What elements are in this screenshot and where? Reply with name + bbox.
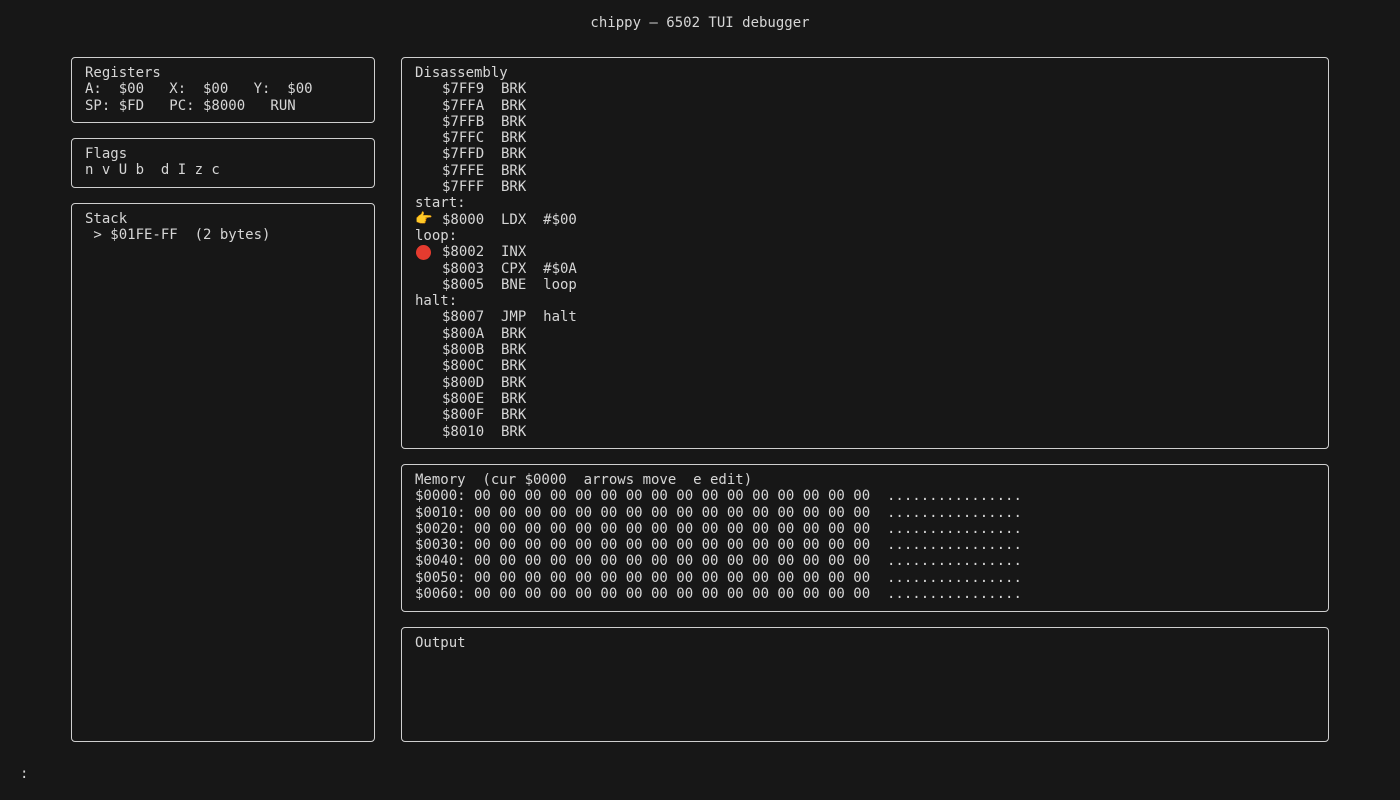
gutter xyxy=(415,130,442,146)
gutter xyxy=(415,424,442,440)
disassembly-row[interactable]: $8003 CPX #$0A xyxy=(415,261,1315,277)
app-title: chippy — 6502 TUI debugger xyxy=(590,15,810,31)
gutter xyxy=(415,81,442,97)
memory-panel[interactable]: Memory (cur $0000 arrows move e edit) $0… xyxy=(401,464,1329,612)
memory-row[interactable]: $0020: 00 00 00 00 00 00 00 00 00 00 00 … xyxy=(415,521,1315,537)
disassembly-row[interactable]: $8002 INX xyxy=(415,244,1315,261)
disassembly-row[interactable]: $7FF9 BRK xyxy=(415,81,1315,97)
disassembly-text: $7FFA BRK xyxy=(442,97,527,114)
gutter xyxy=(415,342,442,358)
gutter xyxy=(415,391,442,407)
disassembly-text: halt: xyxy=(415,293,458,310)
flags-title: Flags xyxy=(85,146,128,162)
disassembly-text: $8000 LDX #$00 xyxy=(442,211,577,228)
gutter xyxy=(415,114,442,130)
disassembly-text: $8010 BRK xyxy=(442,423,527,440)
gutter xyxy=(415,326,442,342)
gutter xyxy=(415,309,442,325)
disassembly-row[interactable]: $800F BRK xyxy=(415,407,1315,423)
gutter xyxy=(415,261,442,277)
gutter xyxy=(415,375,442,391)
disassembly-row[interactable]: $800D BRK xyxy=(415,375,1315,391)
disassembly-text: $800C BRK xyxy=(442,358,527,375)
disassembly-row[interactable]: $800B BRK xyxy=(415,342,1315,358)
disassembly-panel[interactable]: Disassembly $7FF9 BRK $7FFA BRK $7FFB BRK $… xyxy=(401,57,1329,449)
disassembly-row[interactable]: $7FFD BRK xyxy=(415,146,1315,162)
disassembly-row[interactable]: $7FFE BRK xyxy=(415,163,1315,179)
disassembly-text: $7FFC BRK xyxy=(442,130,527,147)
disassembly-text: $800A BRK xyxy=(442,325,527,342)
disassembly-row[interactable]: $8000 LDX #$00 xyxy=(415,211,1315,228)
registers-panel: Registers A: $00 X: $00 Y: $00 SP: $FD P… xyxy=(71,57,375,123)
disassembly-text: $8007 JMP halt xyxy=(442,309,577,326)
disassembly-text: $8002 INX xyxy=(442,244,527,261)
output-panel: Output xyxy=(401,627,1329,742)
gutter xyxy=(415,146,442,162)
disassembly-text: $7FFD BRK xyxy=(442,146,527,163)
flags-panel: Flags n v U b d I z c xyxy=(71,138,375,188)
gutter xyxy=(415,163,442,179)
disassembly-row[interactable]: $800E BRK xyxy=(415,391,1315,407)
gutter xyxy=(415,277,442,293)
disassembly-row[interactable]: $800A BRK xyxy=(415,326,1315,342)
disassembly-row[interactable]: $7FFF BRK xyxy=(415,179,1315,195)
disassembly-row[interactable]: $8007 JMP halt xyxy=(415,309,1315,325)
disassembly-text: start: xyxy=(415,195,466,212)
memory-row[interactable]: $0060: 00 00 00 00 00 00 00 00 00 00 00 … xyxy=(415,586,1315,602)
disassembly-text: $7FFB BRK xyxy=(442,113,527,130)
memory-row[interactable]: $0040: 00 00 00 00 00 00 00 00 00 00 00 … xyxy=(415,553,1315,569)
disassembly-text: $800F BRK xyxy=(442,407,527,424)
memory-row[interactable]: $0050: 00 00 00 00 00 00 00 00 00 00 00 … xyxy=(415,570,1315,586)
memory-row[interactable]: $0010: 00 00 00 00 00 00 00 00 00 00 00 … xyxy=(415,505,1315,521)
disassembly-text: loop: xyxy=(415,227,458,244)
registers-line-sp-pc: SP: $FD PC: $8000 RUN xyxy=(85,97,296,114)
disassembly-text: $8003 CPX #$0A xyxy=(442,260,577,277)
disassembly-label[interactable]: start: xyxy=(415,195,1315,211)
stack-entry: > $01FE-FF (2 bytes) xyxy=(85,227,271,244)
disassembly-text: $800E BRK xyxy=(442,390,527,407)
registers-title: Registers xyxy=(85,65,161,81)
gutter xyxy=(415,358,442,374)
gutter xyxy=(415,179,442,195)
pointing-hand-icon xyxy=(415,211,442,228)
disassembly-text: $7FFE BRK xyxy=(442,162,527,179)
gutter xyxy=(415,407,442,423)
memory-title: Memory (cur $0000 arrows move e edit) xyxy=(415,472,753,488)
command-prompt[interactable]: : xyxy=(20,766,28,782)
stack-panel[interactable]: Stack > $01FE-FF (2 bytes) xyxy=(71,203,375,742)
disassembly-row[interactable]: $7FFA BRK xyxy=(415,98,1315,114)
disassembly-text: $7FFF BRK xyxy=(442,179,527,196)
disassembly-row[interactable]: $8010 BRK xyxy=(415,424,1315,440)
disassembly-text: $800D BRK xyxy=(442,374,527,391)
registers-line-axy: A: $00 X: $00 Y: $00 xyxy=(85,81,313,98)
disassembly-list[interactable]: $7FF9 BRK $7FFA BRK $7FFB BRK $7FFC BRK $7FF… xyxy=(415,81,1315,440)
flags-values: n v U b d I z c xyxy=(85,162,220,179)
memory-hex-dump[interactable]: $0000: 00 00 00 00 00 00 00 00 00 00 00 … xyxy=(415,488,1315,602)
disassembly-row[interactable]: $7FFC BRK xyxy=(415,130,1315,146)
memory-row[interactable]: $0030: 00 00 00 00 00 00 00 00 00 00 00 … xyxy=(415,537,1315,553)
breakpoint-icon xyxy=(415,244,442,261)
disassembly-label[interactable]: loop: xyxy=(415,228,1315,244)
disassembly-title: Disassembly xyxy=(415,65,508,81)
output-title: Output xyxy=(415,635,466,651)
disassembly-row[interactable]: $7FFB BRK xyxy=(415,114,1315,130)
stack-title: Stack xyxy=(85,211,128,227)
gutter xyxy=(415,98,442,114)
disassembly-row[interactable]: $800C BRK xyxy=(415,358,1315,374)
disassembly-text: $800B BRK xyxy=(442,342,527,359)
memory-row[interactable]: $0000: 00 00 00 00 00 00 00 00 00 00 00 … xyxy=(415,488,1315,504)
disassembly-label[interactable]: halt: xyxy=(415,293,1315,309)
disassembly-row[interactable]: $8005 BNE loop xyxy=(415,277,1315,293)
disassembly-text: $7FF9 BRK xyxy=(442,81,527,98)
disassembly-text: $8005 BNE loop xyxy=(442,276,577,293)
